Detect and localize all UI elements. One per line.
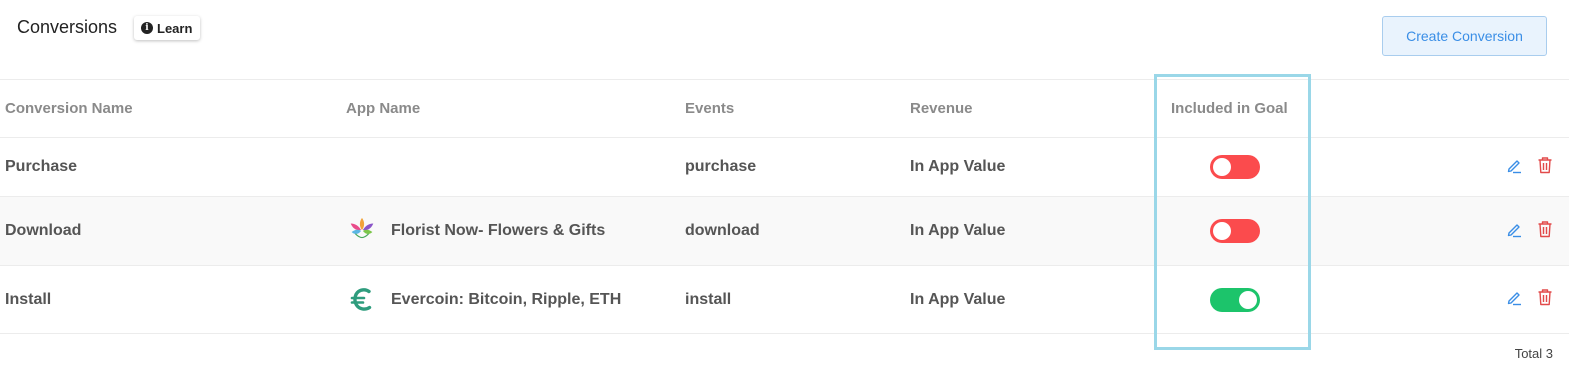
table-row: Download Florist Now- Flowers & Gifts do…	[0, 197, 1569, 266]
create-conversion-button[interactable]: Create Conversion	[1382, 16, 1547, 56]
app-name: Florist Now- Flowers & Gifts	[391, 222, 606, 239]
page-title: Conversions	[17, 17, 118, 37]
column-header-revenue: Revenue	[910, 100, 973, 117]
column-header-included-in-goal: Included in Goal	[1171, 100, 1288, 117]
app-cell: Florist Now- Flowers & Gifts	[346, 197, 605, 265]
table-header-row: Conversion Name App Name Events Revenue …	[0, 79, 1569, 138]
info-icon: i	[141, 22, 153, 34]
learn-label: Learn	[157, 20, 193, 36]
toggle-knob	[1213, 222, 1231, 240]
included-in-goal-toggle[interactable]	[1210, 219, 1260, 243]
edit-icon[interactable]	[1505, 288, 1523, 311]
toggle-knob	[1213, 158, 1231, 176]
column-header-events: Events	[685, 100, 735, 117]
conversion-name: Purchase	[5, 158, 78, 175]
app-cell: Evercoin: Bitcoin, Ripple, ETH	[346, 266, 621, 333]
column-header-conversion-name: Conversion Name	[5, 100, 133, 117]
table-row: Install Evercoin: Bitcoin, Ripple, ETH i…	[0, 266, 1569, 334]
delete-icon[interactable]	[1537, 156, 1553, 179]
included-in-goal-toggle[interactable]	[1210, 287, 1260, 312]
evercoin-logo-icon	[346, 284, 378, 316]
revenue-type: In App Value	[910, 158, 1006, 175]
florist-now-logo-icon	[346, 215, 378, 247]
toggle-knob	[1239, 290, 1257, 309]
edit-icon[interactable]	[1505, 156, 1523, 179]
learn-button[interactable]: i Learn	[134, 16, 201, 40]
delete-icon[interactable]	[1537, 220, 1553, 243]
revenue-type: In App Value	[910, 290, 1006, 308]
event-name: download	[685, 222, 760, 239]
total-count: Total 3	[1514, 346, 1553, 361]
column-header-app-name: App Name	[346, 100, 421, 117]
conversion-name: Download	[5, 222, 82, 239]
included-in-goal-toggle[interactable]	[1210, 155, 1260, 179]
conversion-name: Install	[5, 290, 52, 308]
revenue-type: In App Value	[910, 222, 1006, 239]
event-name: purchase	[685, 158, 757, 175]
table-row: Purchase purchase In App Value	[0, 138, 1569, 197]
delete-icon[interactable]	[1537, 288, 1553, 311]
event-name: install	[685, 290, 732, 308]
edit-icon[interactable]	[1505, 220, 1523, 243]
conversions-table: Conversion Name App Name Events Revenue …	[0, 79, 1569, 334]
app-name: Evercoin: Bitcoin, Ripple, ETH	[391, 290, 622, 308]
